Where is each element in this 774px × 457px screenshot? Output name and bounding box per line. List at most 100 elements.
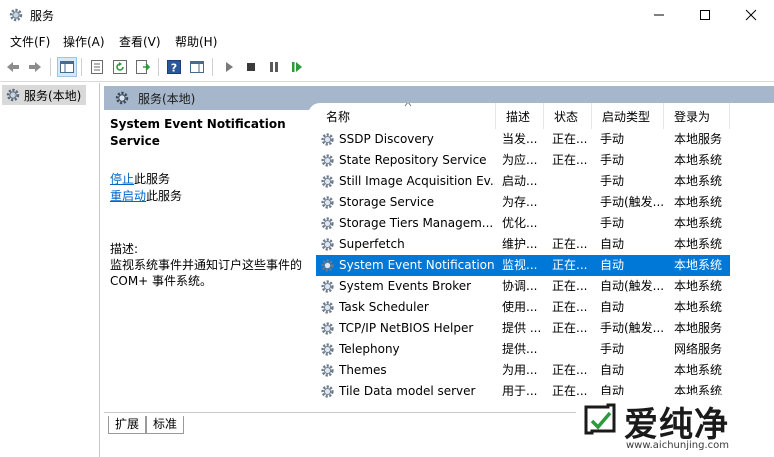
column-header-startup-type[interactable]: 启动类型 xyxy=(592,103,664,129)
services-list: 名称 描述 状态 启动类型 登录为 SSDP Discovery 当发... 正在.… xyxy=(308,103,774,412)
minimize-button[interactable] xyxy=(636,0,682,30)
service-name: Task Scheduler xyxy=(339,300,429,314)
service-status: 正在... xyxy=(552,258,588,272)
restart-service-link[interactable]: 重启动 xyxy=(110,189,146,203)
menu-action[interactable]: 操作(A) xyxy=(63,33,105,50)
column-header-log-on-as[interactable]: 登录为 xyxy=(664,103,730,129)
service-startup-type: 手动(触发... xyxy=(600,195,665,209)
service-description: 使用... xyxy=(502,300,538,314)
restart-service-button[interactable] xyxy=(287,57,307,77)
service-startup-type: 自动(触发... xyxy=(600,279,665,293)
service-startup-type: 手动(触发... xyxy=(600,321,665,335)
forward-button[interactable] xyxy=(25,57,45,77)
service-description: 维护... xyxy=(502,237,538,251)
show-console-tree-button[interactable] xyxy=(57,57,77,77)
tab-standard[interactable]: 标准 xyxy=(146,416,185,434)
stop-service-link[interactable]: 停止 xyxy=(110,172,134,186)
description-label: 描述: xyxy=(110,242,139,256)
export-list-button[interactable] xyxy=(133,57,153,77)
table-row[interactable]: Telephony 提供... 手动 网络服务 xyxy=(316,339,730,360)
refresh-button[interactable] xyxy=(110,57,130,77)
minimize-icon xyxy=(654,14,664,16)
service-status: 正在... xyxy=(552,237,588,251)
column-header-description[interactable]: 描述 xyxy=(496,103,544,129)
pane-header-title: 服务(本地) xyxy=(138,91,196,106)
help-button[interactable]: ? xyxy=(164,57,184,77)
service-startup-type: 手动 xyxy=(600,174,625,188)
tab-extended[interactable]: 扩展 xyxy=(108,416,147,434)
table-row[interactable]: Still Image Acquisition Ev... 启动... 手动 本地系统 xyxy=(316,171,730,192)
table-row[interactable]: State Repository Service 为应... 正在... 手动 本地系统 xyxy=(316,150,730,171)
menu-file[interactable]: 文件(F) xyxy=(10,33,50,50)
toolbar-separator xyxy=(50,58,51,76)
service-startup-type: 手动 xyxy=(600,342,625,356)
service-description: 监视... xyxy=(502,258,538,272)
menu-help[interactable]: 帮助(H) xyxy=(175,33,217,50)
close-button[interactable] xyxy=(728,0,774,30)
menu-bar: 文件(F) 操作(A) 查看(V) 帮助(H) xyxy=(0,30,774,52)
service-log-on-as: 本地系统 xyxy=(674,195,723,209)
table-row[interactable]: SSDP Discovery 当发... 正在... 手动 本地服务 xyxy=(316,129,730,150)
service-gear-icon xyxy=(321,238,334,251)
start-service-icon xyxy=(226,62,233,72)
service-name: Superfetch xyxy=(339,237,405,251)
service-name: State Repository Service xyxy=(339,153,487,167)
services-gear-icon xyxy=(6,88,20,102)
service-description: 为应... xyxy=(502,153,538,167)
service-status: 正在... xyxy=(552,300,588,314)
service-description: 用于... xyxy=(502,384,538,398)
watermark-url: www.aichunjing.com xyxy=(626,440,729,451)
service-log-on-as: 本地系统 xyxy=(674,237,723,251)
table-row[interactable]: Themes 为用... 正在... 自动 本地系统 xyxy=(316,360,730,381)
service-log-on-as: 网络服务 xyxy=(674,342,723,356)
service-gear-icon xyxy=(321,364,334,377)
service-name: Tile Data model server xyxy=(339,384,476,398)
tree-item-services-local[interactable]: 服务(本地) xyxy=(2,85,86,105)
service-gear-icon xyxy=(321,385,334,398)
services-gear-icon xyxy=(115,91,129,105)
service-log-on-as: 本地系统 xyxy=(674,300,723,314)
service-log-on-as: 本地系统 xyxy=(674,363,723,377)
start-service-button[interactable] xyxy=(219,57,239,77)
maximize-button[interactable] xyxy=(682,0,728,30)
action-pane-button[interactable] xyxy=(187,57,207,77)
watermark-logo-icon xyxy=(584,403,616,435)
service-gear-icon xyxy=(321,322,334,335)
service-name: Still Image Acquisition Ev... xyxy=(339,174,495,188)
service-action-links: 停止此服务 重启动此服务 xyxy=(110,171,182,205)
service-gear-icon xyxy=(321,154,334,167)
service-startup-type: 自动 xyxy=(600,300,625,314)
svg-text:?: ? xyxy=(171,62,177,75)
restart-link-suffix: 此服务 xyxy=(146,189,183,203)
table-row[interactable]: TCP/IP NetBIOS Helper 提供 ... 正在... 手动(触发...… xyxy=(316,318,730,339)
service-description: 优化... xyxy=(502,216,538,230)
service-gear-icon xyxy=(321,259,334,272)
table-row[interactable]: System Events Broker 协调... 正在... 自动(触发... 本地… xyxy=(316,276,730,297)
pause-service-icon xyxy=(270,62,278,72)
properties-button[interactable] xyxy=(87,57,107,77)
service-description: 提供 ... xyxy=(502,321,542,335)
table-row[interactable]: System Event Notification... 监视... 正在... 自动… xyxy=(316,255,730,276)
service-log-on-as: 本地服务 xyxy=(674,132,723,146)
column-header-name[interactable]: 名称 xyxy=(316,103,496,129)
table-row[interactable]: Storage Service 为存... 手动(触发... 本地系统 xyxy=(316,192,730,213)
column-header-status[interactable]: 状态 xyxy=(544,103,592,129)
service-status xyxy=(552,192,596,213)
table-row[interactable]: Storage Tiers Managem... 优化... 手动 本地系统 xyxy=(316,213,730,234)
tree-item-label: 服务(本地) xyxy=(24,88,82,103)
console-tree-icon xyxy=(60,61,74,73)
table-row[interactable]: Superfetch 维护... 正在... 自动 本地系统 xyxy=(316,234,730,255)
maximize-icon xyxy=(700,10,710,20)
service-log-on-as: 本地系统 xyxy=(674,279,723,293)
menu-view[interactable]: 查看(V) xyxy=(119,33,161,50)
table-row[interactable]: Task Scheduler 使用... 正在... 自动 本地系统 xyxy=(316,297,730,318)
stop-service-button[interactable] xyxy=(241,57,261,77)
back-button[interactable] xyxy=(3,57,23,77)
properties-icon xyxy=(91,60,103,74)
service-log-on-as: 本地服务 xyxy=(674,321,723,335)
pause-service-button[interactable] xyxy=(264,57,284,77)
forward-arrow-icon xyxy=(29,62,41,72)
service-log-on-as: 本地系统 xyxy=(674,174,723,188)
close-icon xyxy=(745,9,757,21)
stop-link-suffix: 此服务 xyxy=(134,172,171,186)
